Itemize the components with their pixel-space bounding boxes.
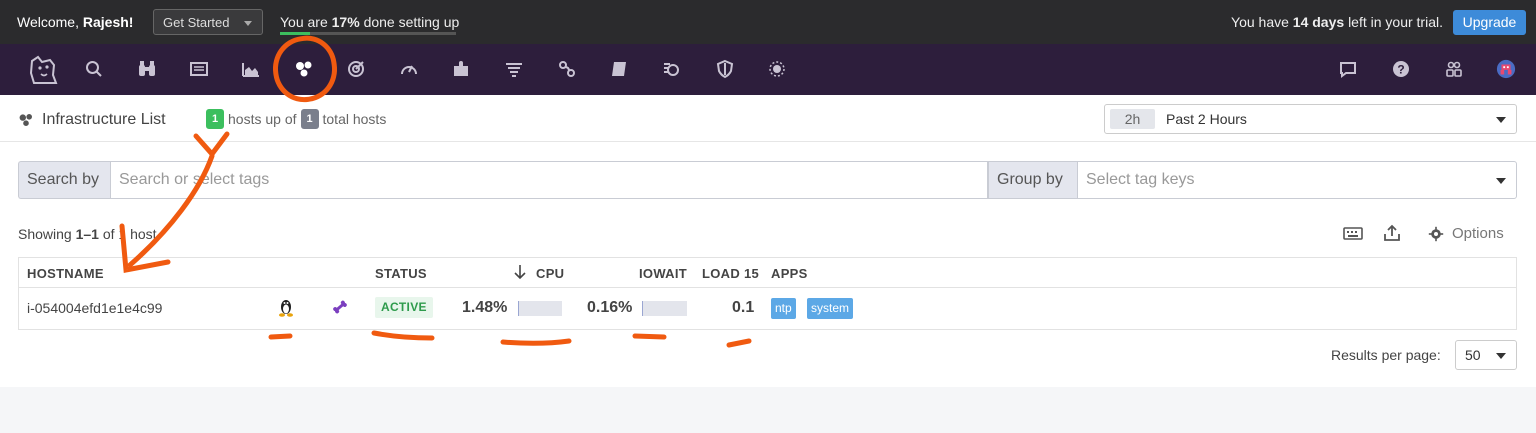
dashboard-icon[interactable] [188, 59, 210, 81]
logs-filter-icon[interactable] [503, 59, 525, 81]
group-by-select[interactable]: Select tag keys [1077, 161, 1517, 199]
column-status[interactable]: STATUS [375, 266, 427, 281]
sort-desc-icon[interactable] [514, 264, 526, 283]
apm-gauge-icon[interactable] [398, 59, 420, 81]
divider [0, 141, 1536, 142]
chevron-down-icon [1496, 117, 1506, 123]
column-iowait[interactable]: IOWAIT [639, 266, 687, 281]
results-count: Showing 1–1 of 1 host [18, 226, 157, 242]
trial-notice: You have 14 days left in your trial. [1231, 14, 1443, 30]
page-title: Infrastructure List [18, 111, 166, 129]
app-tag-system[interactable]: system [807, 298, 854, 319]
get-started-dropdown[interactable]: Get Started [153, 9, 263, 35]
cpu-bar [518, 301, 562, 316]
column-hostname[interactable]: HOSTNAME [27, 266, 104, 281]
setup-progress-fill [280, 32, 310, 35]
infrastructure-icon [19, 114, 32, 126]
monitors-icon[interactable] [345, 59, 367, 81]
search-icon[interactable] [83, 59, 105, 81]
hostname-cell[interactable]: i-054004efd1e1e4c99 [27, 300, 162, 316]
search-by-label: Search by [18, 161, 110, 199]
hosts-summary: 1 hosts up of 1 total hosts [206, 109, 386, 129]
load15-value: 0.1 [732, 299, 755, 316]
onboarding-bar: Welcome, Rajesh! Get Started You are 17%… [0, 0, 1536, 44]
linux-icon [277, 298, 295, 318]
team-icon[interactable] [1443, 59, 1465, 81]
column-load15[interactable]: LOAD 15 [702, 266, 759, 281]
user-avatar-icon[interactable] [1495, 59, 1517, 81]
cpu-value: 1.48% [462, 299, 508, 316]
binoculars-icon[interactable] [136, 59, 158, 81]
main-nav: ? [0, 44, 1536, 95]
options-button[interactable]: Options [1428, 225, 1504, 242]
datadog-logo-icon[interactable] [26, 53, 60, 87]
infrastructure-list-page: Infrastructure List 1 hosts up of 1 tota… [0, 95, 1536, 387]
security-shield-icon[interactable] [714, 59, 736, 81]
table-row[interactable]: i-054004efd1e1e4c99 ACTIVE 1.48% 0.16% 0… [19, 288, 1516, 330]
synthetics-icon[interactable] [661, 59, 683, 81]
group-by-label: Group by [988, 161, 1077, 199]
total-hosts-badge: 1 [300, 109, 319, 129]
iowait-bar [642, 301, 687, 316]
integrations-puzzle-icon[interactable] [450, 59, 472, 81]
chat-icon[interactable] [1337, 59, 1359, 81]
results-per-page-select[interactable]: 50 [1455, 340, 1517, 370]
setup-progress-text: You are 17% done setting up [280, 14, 460, 30]
time-range-select[interactable]: 2h Past 2 Hours [1104, 104, 1517, 134]
network-icon[interactable] [556, 59, 578, 81]
app-tag-ntp[interactable]: ntp [771, 298, 796, 319]
welcome-text: Welcome, Rajesh! [17, 14, 134, 30]
chevron-down-icon [244, 21, 252, 26]
column-cpu[interactable]: CPU [536, 266, 564, 281]
time-range-pill: 2h [1110, 109, 1155, 129]
table-header: HOSTNAME STATUS CPU IOWAIT LOAD 15 APPS [19, 258, 1516, 288]
column-apps[interactable]: APPS [771, 266, 808, 281]
time-range-label: Past 2 Hours [1166, 111, 1247, 127]
svg-text:?: ? [1397, 63, 1404, 77]
export-icon[interactable] [1381, 223, 1403, 243]
agent-bone-icon [331, 298, 349, 316]
iowait-value: 0.16% [587, 299, 633, 316]
chevron-down-icon [1496, 353, 1506, 359]
bits-icon[interactable] [766, 59, 788, 81]
cpu-bar-fill [518, 301, 519, 316]
notebooks-icon[interactable] [608, 59, 630, 81]
chevron-down-icon [1496, 178, 1506, 184]
upgrade-button[interactable]: Upgrade [1453, 10, 1526, 35]
hosts-up-badge: 1 [206, 109, 224, 129]
metrics-chart-icon[interactable] [240, 59, 262, 81]
hosts-table: HOSTNAME STATUS CPU IOWAIT LOAD 15 APPS … [18, 257, 1517, 330]
user-name: Rajesh! [82, 14, 134, 30]
gear-icon [1428, 226, 1444, 241]
search-input[interactable]: Search or select tags [110, 161, 988, 199]
results-per-page-label: Results per page: [1331, 347, 1441, 363]
status-badge: ACTIVE [375, 297, 433, 318]
help-icon[interactable]: ? [1390, 59, 1412, 81]
keyboard-icon[interactable] [1342, 223, 1364, 243]
